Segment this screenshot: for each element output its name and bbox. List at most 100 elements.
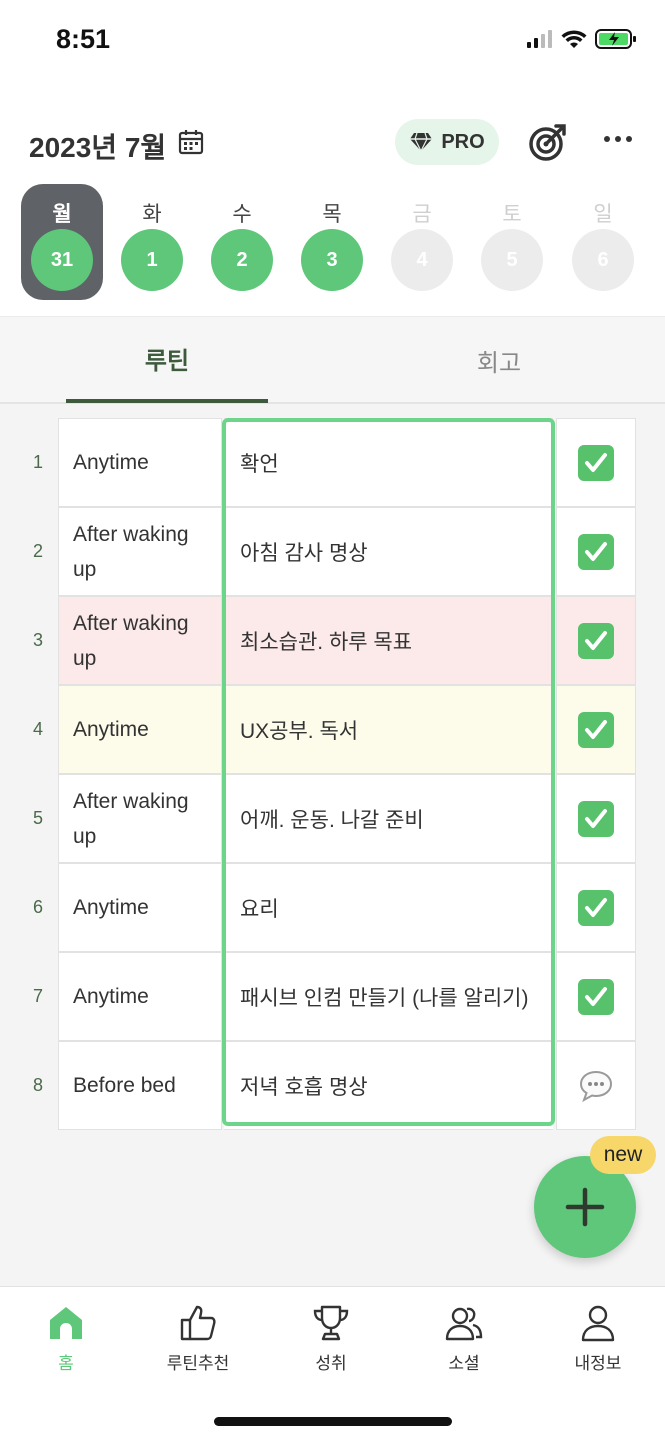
day-monday[interactable]: 월 31 [21, 184, 103, 300]
row-number: 1 [32, 452, 43, 472]
nav-achievement-label: 성취 [315, 1354, 347, 1373]
tab-routine[interactable]: 루틴 [66, 317, 268, 403]
routine-time[interactable]: After waking up [58, 507, 222, 596]
row-number: 4 [32, 719, 43, 739]
pro-label: PRO [441, 130, 485, 153]
routine-task[interactable]: 저녁 호흡 명상 [224, 1041, 553, 1130]
routine-status-cell[interactable] [556, 507, 636, 596]
day-number: 1 [121, 229, 183, 291]
checkmark-icon[interactable] [578, 622, 614, 659]
day-thursday[interactable]: 목 3 [291, 184, 373, 300]
routine-status-cell[interactable] [556, 774, 636, 863]
row-number: 5 [32, 808, 43, 828]
more-options-icon[interactable] [604, 136, 632, 142]
day-number: 4 [391, 229, 453, 291]
routine-row[interactable]: 8 Before bed 저녁 호흡 명상 [0, 1041, 665, 1130]
home-indicator [214, 1417, 452, 1426]
routine-list-area: 1 Anytime 확언 2 After waking up 아침 감사 명상 … [0, 404, 665, 1286]
routine-status-cell[interactable] [556, 952, 636, 1041]
routine-time[interactable]: Anytime [58, 418, 222, 507]
day-label: 월 [52, 203, 72, 226]
routine-time[interactable]: After waking up [58, 596, 222, 685]
routine-row[interactable]: 1 Anytime 확언 [0, 418, 665, 507]
routine-task[interactable]: 어깨. 운동. 나갈 준비 [224, 774, 553, 863]
day-label: 금 [412, 203, 432, 226]
comment-bubble-icon[interactable] [578, 1069, 614, 1103]
routine-time[interactable]: Before bed [58, 1041, 222, 1130]
month-title[interactable]: 2023년 7월 [29, 126, 166, 166]
routine-time[interactable]: Anytime [58, 685, 222, 774]
nav-social[interactable]: 소셜 [414, 1303, 514, 1374]
calendar-icon[interactable] [178, 129, 204, 155]
tab-review[interactable]: 회고 [398, 317, 600, 403]
routine-row[interactable]: 2 After waking up 아침 감사 명상 [0, 507, 665, 596]
routine-task[interactable]: 패시브 인컴 만들기 (나를 알리기) [224, 952, 553, 1041]
routine-time[interactable]: Anytime [58, 952, 222, 1041]
day-wednesday[interactable]: 수 2 [201, 184, 283, 300]
row-number: 8 [32, 1075, 43, 1095]
diamond-icon [410, 132, 433, 152]
routine-row[interactable]: 4 Anytime UX공부. 독서 [0, 685, 665, 774]
day-number: 2 [211, 229, 273, 291]
routine-status-cell[interactable] [556, 418, 636, 507]
bottom-nav: 홈 루틴추천 성취 소셜 내정보 [0, 1286, 665, 1440]
battery-icon [595, 29, 636, 49]
pro-button[interactable]: PRO [395, 119, 499, 165]
routine-time[interactable]: After waking up [58, 774, 222, 863]
signal-icon [527, 30, 552, 48]
day-label: 수 [232, 203, 252, 226]
routine-status-cell[interactable] [556, 596, 636, 685]
nav-profile-label: 내정보 [574, 1354, 622, 1373]
people-icon [445, 1307, 483, 1341]
day-saturday[interactable]: 토 5 [471, 184, 553, 300]
day-number: 31 [31, 229, 93, 291]
routine-status-cell[interactable] [556, 863, 636, 952]
checkmark-icon[interactable] [578, 533, 614, 570]
day-label: 토 [502, 203, 522, 226]
day-sunday[interactable]: 일 6 [562, 184, 644, 300]
checkmark-icon[interactable] [578, 800, 614, 837]
status-bar: 8:51 [0, 0, 665, 80]
nav-home[interactable]: 홈 [16, 1303, 116, 1374]
status-icons [527, 28, 637, 50]
nav-profile[interactable]: 내정보 [548, 1303, 648, 1374]
checkmark-icon[interactable] [578, 978, 614, 1015]
goal-target-icon[interactable] [528, 122, 568, 162]
routine-task[interactable]: 아침 감사 명상 [224, 507, 553, 596]
checkmark-icon[interactable] [578, 889, 614, 926]
nav-recommend[interactable]: 루틴추천 [148, 1303, 248, 1374]
nav-social-label: 소셜 [448, 1354, 480, 1373]
new-badge: new [590, 1136, 656, 1174]
routine-row[interactable]: 3 After waking up 최소습관. 하루 목표 [0, 596, 665, 685]
routine-status-cell[interactable] [556, 685, 636, 774]
day-label: 목 [322, 203, 342, 226]
plus-icon [565, 1187, 605, 1227]
routine-task[interactable]: 확언 [224, 418, 553, 507]
day-label: 일 [593, 203, 613, 226]
nav-home-label: 홈 [58, 1354, 74, 1373]
home-icon [50, 1307, 82, 1339]
routine-time[interactable]: Anytime [58, 863, 222, 952]
trophy-icon [313, 1305, 349, 1341]
routine-task[interactable]: 요리 [224, 863, 553, 952]
day-label: 화 [142, 203, 162, 226]
week-strip: 월 31 화 1 수 2 목 3 금 4 토 5 일 6 [21, 184, 646, 302]
status-time: 8:51 [56, 24, 111, 54]
checkmark-icon[interactable] [578, 444, 614, 481]
checkmark-icon[interactable] [578, 711, 614, 748]
row-number: 7 [32, 986, 43, 1006]
routine-row[interactable]: 5 After waking up 어깨. 운동. 나갈 준비 [0, 774, 665, 863]
day-tuesday[interactable]: 화 1 [111, 184, 193, 300]
routine-row[interactable]: 6 Anytime 요리 [0, 863, 665, 952]
row-number: 6 [32, 897, 43, 917]
day-number: 5 [481, 229, 543, 291]
nav-achievement[interactable]: 성취 [281, 1303, 381, 1374]
thumbs-up-icon [180, 1305, 216, 1341]
routine-row[interactable]: 7 Anytime 패시브 인컴 만들기 (나를 알리기) [0, 952, 665, 1041]
row-number: 2 [32, 541, 43, 561]
routine-task[interactable]: 최소습관. 하루 목표 [224, 596, 553, 685]
routine-task[interactable]: UX공부. 독서 [224, 685, 553, 774]
day-friday[interactable]: 금 4 [381, 184, 463, 300]
day-number: 3 [301, 229, 363, 291]
routine-status-cell[interactable] [556, 1041, 636, 1130]
